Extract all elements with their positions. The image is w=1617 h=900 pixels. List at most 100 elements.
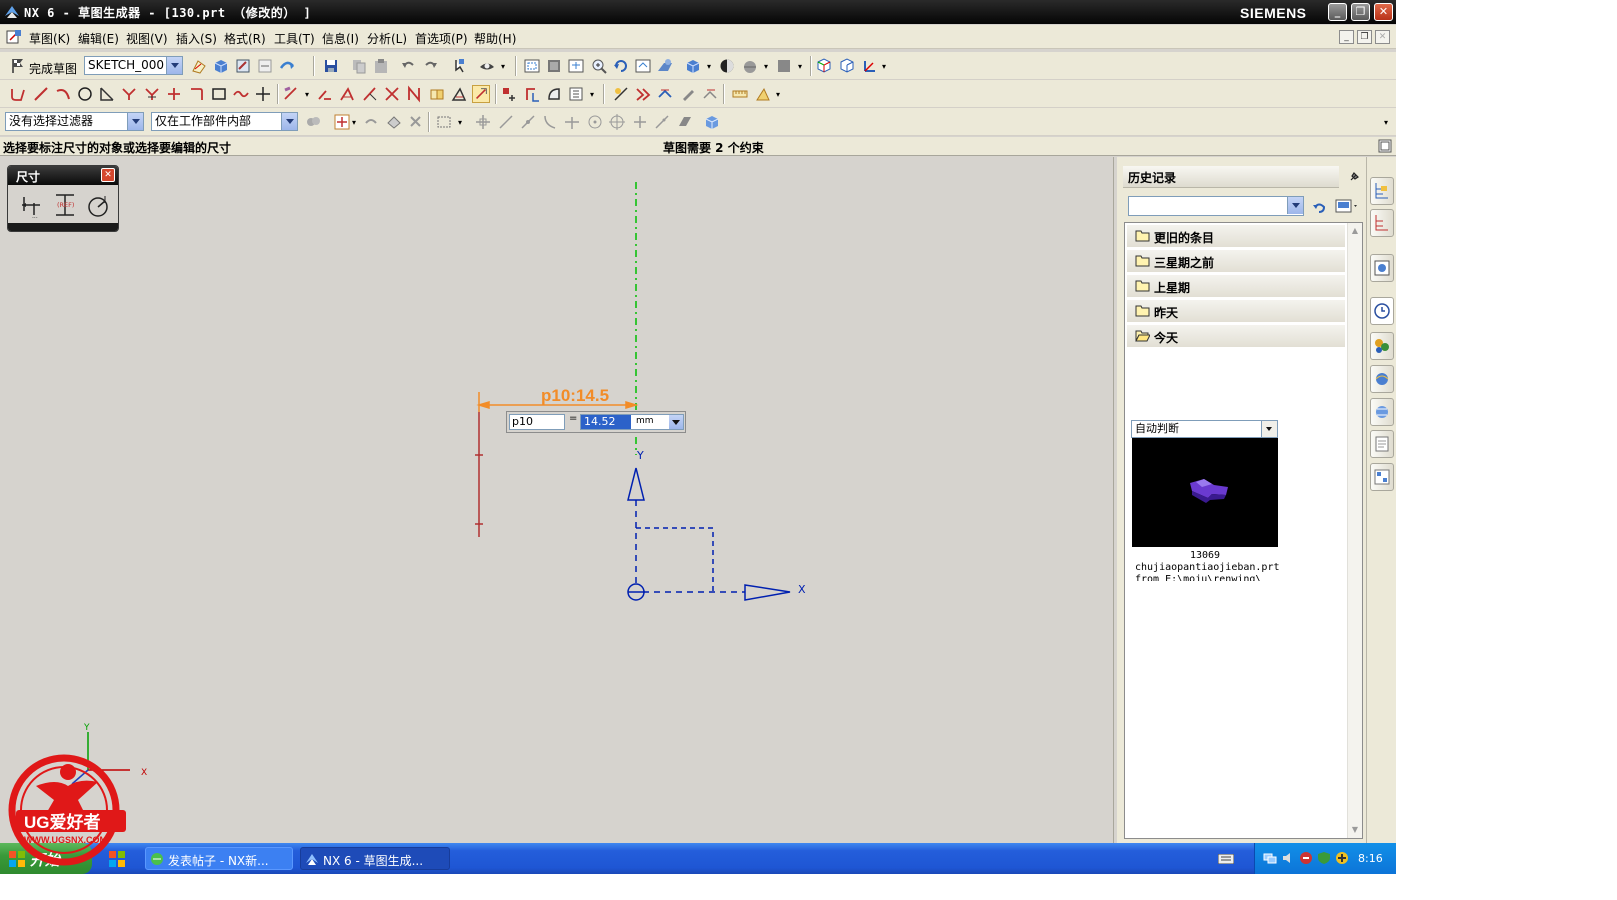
rectangle-icon[interactable]: [210, 85, 228, 103]
show-no-constraints-icon[interactable]: [523, 85, 541, 103]
history-group-last-week[interactable]: 上星期: [1127, 275, 1345, 297]
selection-scope-combo[interactable]: 仅在工作部件内部: [151, 112, 298, 131]
graphics-window[interactable]: p10:14.5 Y X Y X: [0, 157, 1114, 843]
taskbar-item-browser[interactable]: 发表帖子 - NX新...: [145, 847, 293, 870]
rectangle-select-icon[interactable]: [435, 113, 453, 131]
close-button[interactable]: ✕: [1374, 3, 1393, 21]
offset-curve-icon[interactable]: [282, 85, 300, 103]
roles-tab[interactable]: [1370, 398, 1394, 426]
menu-tools[interactable]: 工具(T): [274, 30, 315, 47]
status-options-icon[interactable]: [1378, 139, 1392, 153]
nx-app-icon[interactable]: [4, 4, 20, 20]
zoom-window-icon[interactable]: [545, 57, 563, 75]
snap-3d-icon[interactable]: [703, 113, 721, 131]
pin-icon[interactable]: [1347, 170, 1361, 184]
convert-to-reference-icon[interactable]: [405, 85, 423, 103]
chevron-down-icon[interactable]: ▾: [707, 62, 711, 71]
doc-restore-button[interactable]: ❐: [1357, 30, 1372, 44]
point-icon[interactable]: [254, 85, 272, 103]
touch-mode-icon[interactable]: [478, 57, 496, 75]
restore-button[interactable]: ❐: [1351, 3, 1370, 21]
sketch-preferences-icon[interactable]: [731, 85, 749, 103]
assembly-navigator-tab[interactable]: [1370, 177, 1394, 205]
reattach-icon[interactable]: [234, 57, 252, 75]
zoom-in-out-icon[interactable]: [590, 57, 608, 75]
menu-insert[interactable]: 插入(S): [176, 30, 217, 47]
layout-tab[interactable]: [1370, 463, 1394, 491]
inferred-constraints-icon[interactable]: [428, 85, 446, 103]
doc-close-button[interactable]: ✕: [1375, 30, 1390, 44]
doc-minimize-button[interactable]: _: [1339, 30, 1354, 44]
finish-sketch-flag-icon[interactable]: [9, 57, 27, 75]
snap-midpoint-icon[interactable]: [519, 113, 537, 131]
part-thumbnail[interactable]: [1132, 438, 1278, 547]
menu-sketch[interactable]: 草图(K): [29, 30, 70, 47]
snap-intersection-icon[interactable]: [563, 113, 581, 131]
reference-dimension-icon[interactable]: (REF): [52, 192, 78, 218]
history-tab[interactable]: [1370, 297, 1394, 325]
delay-evaluation-icon[interactable]: [256, 57, 274, 75]
redo-icon[interactable]: [422, 57, 440, 75]
keyboard-icon[interactable]: [1218, 854, 1234, 864]
snap-end-point-icon[interactable]: [474, 113, 492, 131]
taskbar-item-nx[interactable]: NX 6 - 草图生成...: [300, 847, 450, 870]
update-icon[interactable]: [1335, 851, 1349, 865]
menu-preferences[interactable]: 首选项(P): [415, 30, 468, 47]
type-filter-combo[interactable]: 没有选择过滤器: [5, 112, 144, 131]
chevron-down-icon[interactable]: ▾: [798, 62, 802, 71]
history-group-today[interactable]: 今天: [1127, 325, 1345, 347]
infer-settings-icon[interactable]: [634, 85, 652, 103]
pencil-edit-icon[interactable]: [679, 85, 697, 103]
save-icon[interactable]: [322, 57, 340, 75]
dimension-palette-title[interactable]: 尺寸 ✕: [8, 166, 118, 185]
chevron-down-icon[interactable]: ▾: [352, 118, 356, 127]
fit-view-icon[interactable]: [523, 57, 541, 75]
copy-icon[interactable]: [350, 57, 368, 75]
orient-view-to-sketch-icon[interactable]: [190, 57, 208, 75]
undo-selection-icon[interactable]: [362, 113, 380, 131]
project-curve-icon[interactable]: [361, 85, 379, 103]
chevron-down-icon[interactable]: ▾: [501, 62, 505, 71]
update-model-icon[interactable]: [278, 57, 296, 75]
sketch-canvas[interactable]: p10:14.5 Y X Y X: [0, 157, 1114, 843]
view-mode-icon[interactable]: [1335, 198, 1359, 214]
show-remove-constraints-icon[interactable]: [545, 85, 563, 103]
minimize-button[interactable]: _: [1328, 3, 1347, 21]
fillet-icon[interactable]: [98, 85, 116, 103]
system-materials-tab[interactable]: [1370, 332, 1394, 360]
paste-icon[interactable]: [372, 57, 390, 75]
undo-icon[interactable]: [399, 57, 417, 75]
history-group-yesterday[interactable]: 昨天: [1127, 300, 1345, 322]
history-group-older[interactable]: 更旧的条目: [1127, 225, 1345, 247]
show-all-constraints-icon[interactable]: [500, 85, 518, 103]
scroll-down-icon[interactable]: ▼: [1350, 825, 1360, 835]
geometric-constraints-icon[interactable]: [450, 85, 468, 103]
menu-view[interactable]: 视图(V): [126, 30, 168, 47]
chevron-down-icon[interactable]: ▾: [764, 62, 768, 71]
chevron-down-icon[interactable]: [166, 57, 182, 74]
move-curve-icon[interactable]: [701, 85, 719, 103]
orient-view-to-model-icon[interactable]: [212, 57, 230, 75]
chevron-down-icon[interactable]: ▾: [305, 90, 309, 99]
reuse-library-tab[interactable]: [1370, 254, 1394, 282]
preview-mode-select[interactable]: 自动判断: [1131, 420, 1278, 438]
chevron-down-icon[interactable]: ▾: [458, 118, 462, 127]
studio-spline-icon[interactable]: [232, 85, 250, 103]
circle-icon[interactable]: [76, 85, 94, 103]
sketch-doc-icon[interactable]: [6, 29, 22, 45]
sketch-style-icon[interactable]: [754, 85, 772, 103]
animate-dimension-icon[interactable]: [567, 85, 585, 103]
snap-quadrant-icon[interactable]: [608, 113, 626, 131]
make-corner-icon[interactable]: [187, 85, 205, 103]
snap-point-icon[interactable]: [333, 113, 351, 131]
layer-settings-icon[interactable]: [775, 57, 793, 75]
line-icon[interactable]: [32, 85, 50, 103]
chevron-down-icon[interactable]: [281, 113, 297, 130]
dimension-value-text[interactable]: 14.52: [581, 415, 631, 429]
background-icon[interactable]: [741, 57, 759, 75]
profile-icon[interactable]: [9, 85, 27, 103]
wcs-dynamics-icon[interactable]: [838, 57, 856, 75]
finish-sketch-button[interactable]: 完成草图: [29, 60, 77, 77]
repeat-command-icon[interactable]: [450, 57, 468, 75]
shaded-with-edges-icon[interactable]: [718, 57, 736, 75]
